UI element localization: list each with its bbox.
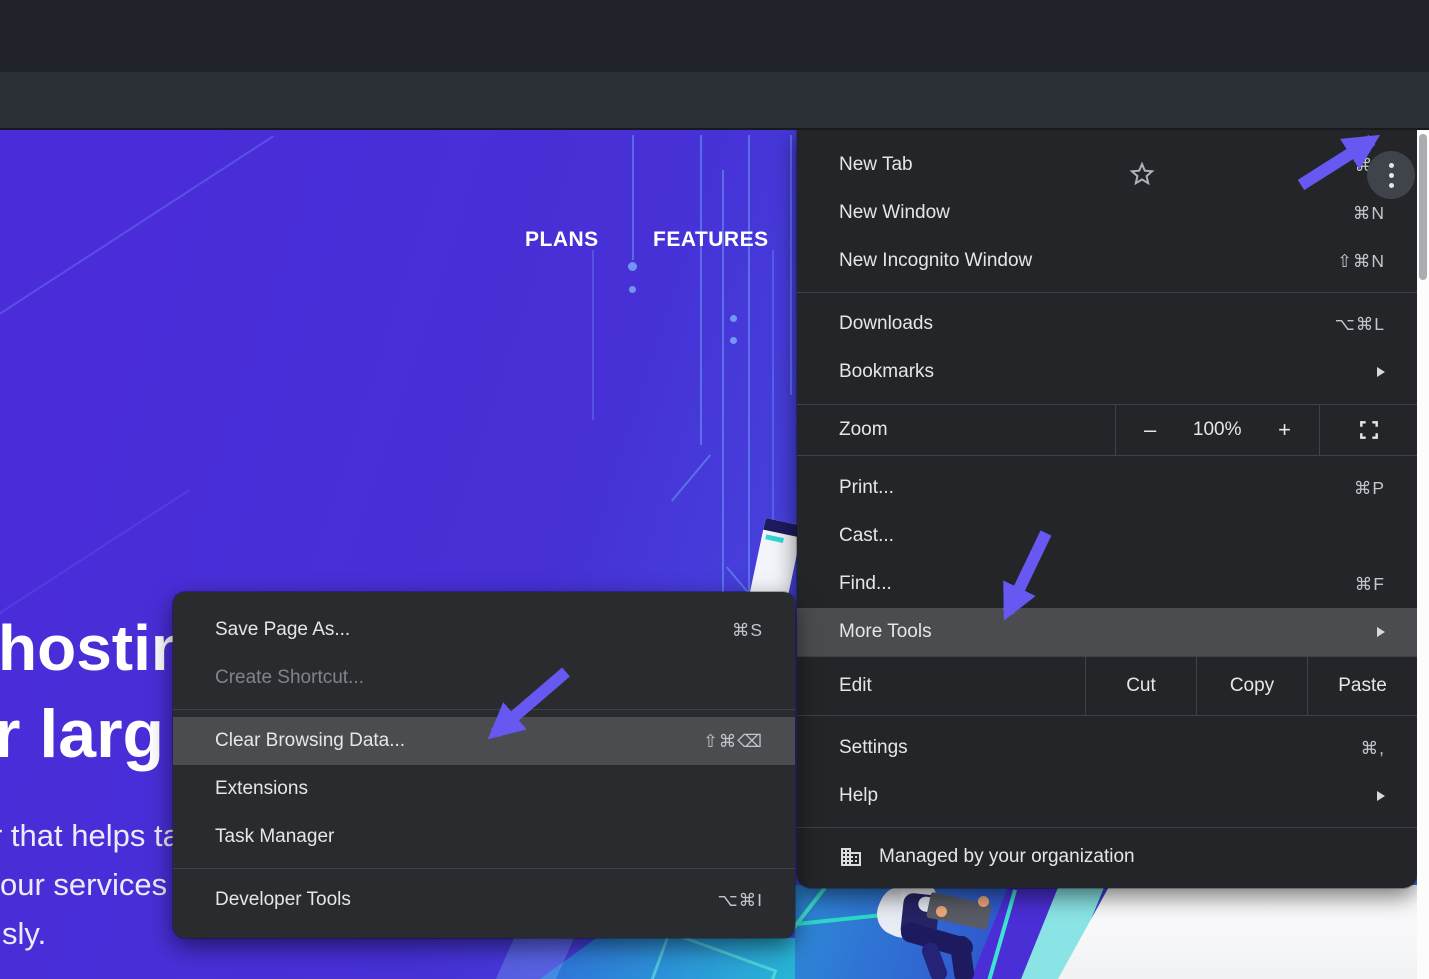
- menu-item-shortcut: ⌘S: [732, 620, 763, 641]
- copy-button[interactable]: Copy: [1196, 657, 1307, 715]
- menu-item-label: Print...: [839, 477, 894, 499]
- kebab-dot: [1389, 183, 1394, 188]
- browser-toolbar: [0, 72, 1429, 130]
- decor-circuit-line: [671, 454, 711, 501]
- menu-item-extensions[interactable]: Extensions: [173, 765, 795, 813]
- menu-item-new-tab[interactable]: New Tab ⌘T: [797, 141, 1417, 189]
- submenu-arrow-icon: [1377, 791, 1385, 801]
- more-tools-submenu: Save Page As... ⌘S Create Shortcut... Cl…: [173, 592, 795, 938]
- menu-item-shortcut: ⇧⌘⌫: [703, 731, 763, 752]
- zoom-level-value: 100%: [1193, 419, 1242, 441]
- fullscreen-icon: [1358, 419, 1380, 441]
- bookmark-button[interactable]: [1118, 156, 1166, 192]
- page-scrollbar-thumb[interactable]: [1419, 134, 1427, 280]
- menu-item-label: New Tab: [839, 154, 913, 176]
- menu-item-label: Bookmarks: [839, 361, 934, 383]
- menu-item-new-window[interactable]: New Window ⌘N: [797, 189, 1417, 237]
- menu-item-shortcut: ⌘N: [1353, 203, 1385, 224]
- menu-item-label: Find...: [839, 573, 892, 595]
- menu-item-developer-tools[interactable]: Developer Tools ⌥⌘I: [173, 876, 795, 924]
- decor-diagonal-line: [0, 135, 274, 316]
- zoom-label: Zoom: [797, 405, 1115, 455]
- nav-link-plans[interactable]: PLANS: [525, 228, 599, 252]
- decor-circuit-dot: [628, 262, 637, 271]
- zoom-out-button[interactable]: –: [1144, 417, 1156, 443]
- menu-item-label: Downloads: [839, 313, 933, 335]
- menu-item-save-page-as[interactable]: Save Page As... ⌘S: [173, 606, 795, 654]
- nav-link-features[interactable]: FEATURES: [653, 228, 769, 252]
- window-titlebar: [0, 0, 1429, 72]
- menu-divider: [797, 827, 1417, 828]
- zoom-in-button[interactable]: +: [1278, 417, 1291, 443]
- server-illustration-stripe: [765, 534, 784, 543]
- menu-item-label: Task Manager: [215, 826, 334, 848]
- illustration-white-area: [1058, 885, 1429, 979]
- menu-item-label: New Window: [839, 202, 950, 224]
- menu-item-shortcut: ⌥⌘I: [717, 890, 763, 911]
- menu-item-task-manager[interactable]: Task Manager: [173, 813, 795, 861]
- menu-item-shortcut: ⌘P: [1354, 478, 1385, 499]
- menu-item-more-tools[interactable]: More Tools: [797, 608, 1417, 656]
- menu-item-label: Cast...: [839, 525, 894, 547]
- menu-item-create-shortcut: Create Shortcut...: [173, 654, 795, 702]
- star-icon: [1127, 159, 1157, 189]
- decor-circuit-dot: [730, 315, 737, 322]
- menu-item-label: Clear Browsing Data...: [215, 730, 405, 752]
- menu-item-settings[interactable]: Settings ⌘,: [797, 724, 1417, 772]
- menu-item-find[interactable]: Find... ⌘F: [797, 560, 1417, 608]
- fullscreen-button[interactable]: [1320, 405, 1417, 455]
- menu-item-shortcut: ⇧⌘N: [1337, 251, 1385, 272]
- menu-item-managed-by-organization[interactable]: Managed by your organization: [797, 835, 1417, 879]
- menu-item-zoom: Zoom – 100% +: [797, 404, 1417, 456]
- menu-item-label: Create Shortcut...: [215, 667, 364, 689]
- decor-circuit-line: [632, 135, 634, 260]
- chrome-app-menu: New Tab ⌘T New Window ⌘N New Incognito W…: [797, 130, 1417, 888]
- menu-item-label: Settings: [839, 737, 908, 759]
- decor-circuit-dot: [629, 286, 636, 293]
- submenu-arrow-icon: [1377, 367, 1385, 377]
- menu-item-print[interactable]: Print... ⌘P: [797, 464, 1417, 512]
- menu-item-clear-browsing-data[interactable]: Clear Browsing Data... ⇧⌘⌫: [173, 717, 795, 765]
- menu-item-label: Extensions: [215, 778, 308, 800]
- person-hand: [936, 906, 947, 917]
- decor-circuit-line: [592, 250, 594, 420]
- menu-item-label: New Incognito Window: [839, 250, 1032, 272]
- menu-divider: [797, 292, 1417, 293]
- menu-item-shortcut: ⌘,: [1361, 738, 1385, 759]
- kebab-dot: [1389, 163, 1394, 168]
- hero-body-line3: sly.: [2, 918, 46, 949]
- menu-item-bookmarks[interactable]: Bookmarks: [797, 348, 1417, 396]
- decor-circuit-line: [790, 135, 792, 395]
- hero-heading-line1: hostin: [0, 616, 190, 680]
- hero-heading-line2: r larg: [0, 700, 164, 768]
- edit-label: Edit: [797, 657, 1085, 715]
- submenu-arrow-icon: [1377, 627, 1385, 637]
- decor-circuit-line: [700, 135, 702, 445]
- decor-circuit-dot: [730, 337, 737, 344]
- menu-item-new-incognito-window[interactable]: New Incognito Window ⇧⌘N: [797, 237, 1417, 285]
- menu-item-label: More Tools: [839, 621, 932, 643]
- menu-item-cast[interactable]: Cast...: [797, 512, 1417, 560]
- menu-divider: [173, 709, 795, 710]
- hero-body-line2: our services: [0, 869, 167, 900]
- menu-item-label: Managed by your organization: [879, 846, 1135, 868]
- hero-body-line1: r that helps ta: [0, 820, 180, 851]
- menu-item-downloads[interactable]: Downloads ⌥⌘L: [797, 300, 1417, 348]
- organization-building-icon: [839, 845, 863, 869]
- cut-button[interactable]: Cut: [1085, 657, 1196, 715]
- menu-item-shortcut: ⌘F: [1355, 574, 1385, 595]
- paste-button[interactable]: Paste: [1307, 657, 1417, 715]
- menu-item-label: Developer Tools: [215, 889, 351, 911]
- menu-item-label: Help: [839, 785, 878, 807]
- menu-divider: [173, 868, 795, 869]
- menu-item-label: Save Page As...: [215, 619, 350, 641]
- kebab-dot: [1389, 173, 1394, 178]
- browser-menu-button[interactable]: [1367, 151, 1415, 199]
- menu-item-edit: Edit Cut Copy Paste: [797, 656, 1417, 716]
- person-hand: [978, 896, 989, 907]
- menu-item-help[interactable]: Help: [797, 772, 1417, 820]
- menu-item-shortcut: ⌥⌘L: [1335, 314, 1385, 335]
